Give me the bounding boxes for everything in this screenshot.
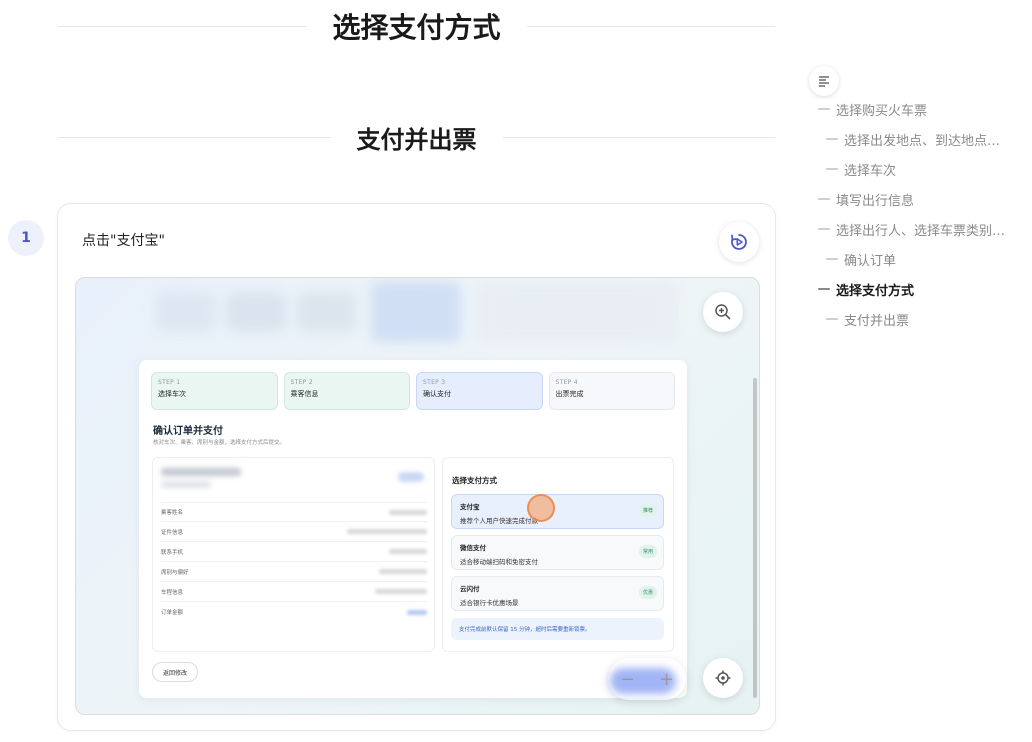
divider [58, 137, 331, 138]
checkout-app: STEP 1 选择车次 STEP 2 乘客信息 STEP 3 确认支付 STEP… [139, 360, 687, 698]
toc-list-icon [819, 76, 829, 87]
stepper-step-2: STEP 2 乘客信息 [283, 372, 410, 410]
progress-stepper: STEP 1 选择车次 STEP 2 乘客信息 STEP 3 确认支付 STEP… [151, 372, 675, 410]
locate-icon [715, 670, 731, 686]
payment-name: 微信支付 [460, 544, 486, 552]
toc-item-active[interactable]: 选择支付方式 [818, 279, 914, 299]
order-row: 车程信息 [161, 582, 427, 602]
click-marker [527, 494, 555, 522]
blurred-background [136, 278, 686, 348]
toc-item[interactable]: 支付并出票 [826, 309, 909, 329]
step-key: STEP 4 [555, 379, 578, 386]
payment-option-alipay[interactable]: 支付宝 推荐个人用户快速完成付款 推荐 [451, 494, 664, 529]
payment-option-unionpay[interactable]: 云闪付 适合银行卡优惠场景 优惠 [451, 576, 664, 611]
toc-item[interactable]: 选择出行人、选择车票类别… [818, 219, 1005, 239]
step-key: STEP 3 [423, 379, 446, 386]
payment-panel: 选择支付方式 支付宝 推荐个人用户快速完成付款 推荐 微信支付 适合移动端扫码和… [442, 457, 674, 652]
step-key: STEP 1 [158, 379, 181, 386]
order-row: 证件信息 [161, 522, 427, 542]
replay-icon [731, 234, 747, 250]
payment-name: 支付宝 [460, 503, 480, 511]
replay-button[interactable] [719, 222, 759, 262]
zoom-plus-icon[interactable]: + [659, 669, 674, 690]
payment-desc: 适合移动端扫码和免密支付 [460, 558, 538, 566]
section-title-payment-method: 选择支付方式 [58, 6, 776, 46]
step-instruction: 点击"支付宝" [82, 233, 165, 249]
payment-note: 支付完成前默认保留 15 分钟，超时后需要重新锁票。 [451, 618, 664, 640]
zoom-control[interactable]: − + [608, 658, 686, 700]
payment-tag: 推荐 [638, 504, 657, 517]
toc-item[interactable]: 填写出行信息 [818, 189, 914, 209]
zoom-in-icon [715, 304, 731, 320]
order-row: 乘客姓名 [161, 502, 427, 522]
payment-desc: 推荐个人用户快速完成付款 [460, 517, 538, 525]
step-card: 点击"支付宝" STEP 1 选择车次 STEP 2 乘客信息 STEP 3 确… [57, 203, 776, 731]
app-subheading: 核对车次、乘客、席别与金额，选择支付方式后提交。 [153, 440, 286, 446]
locate-button[interactable] [703, 658, 743, 698]
section-heading: 支付并出票 [356, 126, 477, 154]
toc-item[interactable]: 选择出发地点、到达地点… [826, 129, 1000, 149]
scrollbar[interactable] [753, 378, 757, 698]
payment-tag: 常用 [638, 545, 657, 558]
order-row: 订单金额 [161, 602, 427, 622]
stepper-step-1: STEP 1 选择车次 [151, 372, 278, 410]
step-label: 确认支付 [423, 390, 451, 398]
table-of-contents: 选择购买火车票 选择出发地点、到达地点… 选择车次 填写出行信息 选择出行人、选… [806, 66, 1026, 329]
order-row: 联系手机 [161, 542, 427, 562]
step-label: 选择车次 [158, 390, 186, 398]
order-row: 席别与偏好 [161, 562, 427, 582]
section-heading: 选择支付方式 [332, 11, 501, 44]
zoom-in-button[interactable] [703, 292, 743, 332]
toc-item[interactable]: 确认订单 [826, 249, 896, 269]
app-heading: 确认订单并支付 [153, 426, 223, 437]
toc-toggle-button[interactable] [809, 66, 839, 96]
toc-item[interactable]: 选择购买火车票 [818, 99, 927, 119]
step-screenshot: STEP 1 选择车次 STEP 2 乘客信息 STEP 3 确认支付 STEP… [75, 277, 760, 715]
step-key: STEP 2 [290, 379, 313, 386]
zoom-out-icon[interactable]: − [620, 669, 635, 690]
payment-panel-title: 选择支付方式 [452, 476, 497, 485]
section-title-pay-and-issue: 支付并出票 [58, 120, 775, 155]
blurred-order-header [161, 464, 271, 494]
step-label: 乘客信息 [290, 390, 319, 398]
toc-item[interactable]: 选择车次 [826, 159, 896, 179]
step-label: 出票完成 [555, 390, 584, 398]
divider [502, 137, 775, 138]
divider [526, 25, 776, 27]
step-number-badge: 1 [8, 220, 44, 256]
divider [58, 25, 307, 27]
payment-tag: 优惠 [638, 586, 657, 599]
back-edit-button[interactable]: 返回修改 [152, 662, 198, 682]
payment-option-wechat[interactable]: 微信支付 适合移动端扫码和免密支付 常用 [451, 535, 664, 570]
stepper-step-3: STEP 3 确认支付 [416, 372, 543, 410]
blurred-badge [398, 472, 424, 482]
stepper-step-4: STEP 4 出票完成 [548, 372, 675, 410]
order-summary-panel: 乘客姓名 证件信息 联系手机 席别与偏好 车程信息 订单金额 [152, 457, 435, 652]
payment-desc: 适合银行卡优惠场景 [460, 599, 519, 607]
payment-name: 云闪付 [460, 585, 480, 593]
